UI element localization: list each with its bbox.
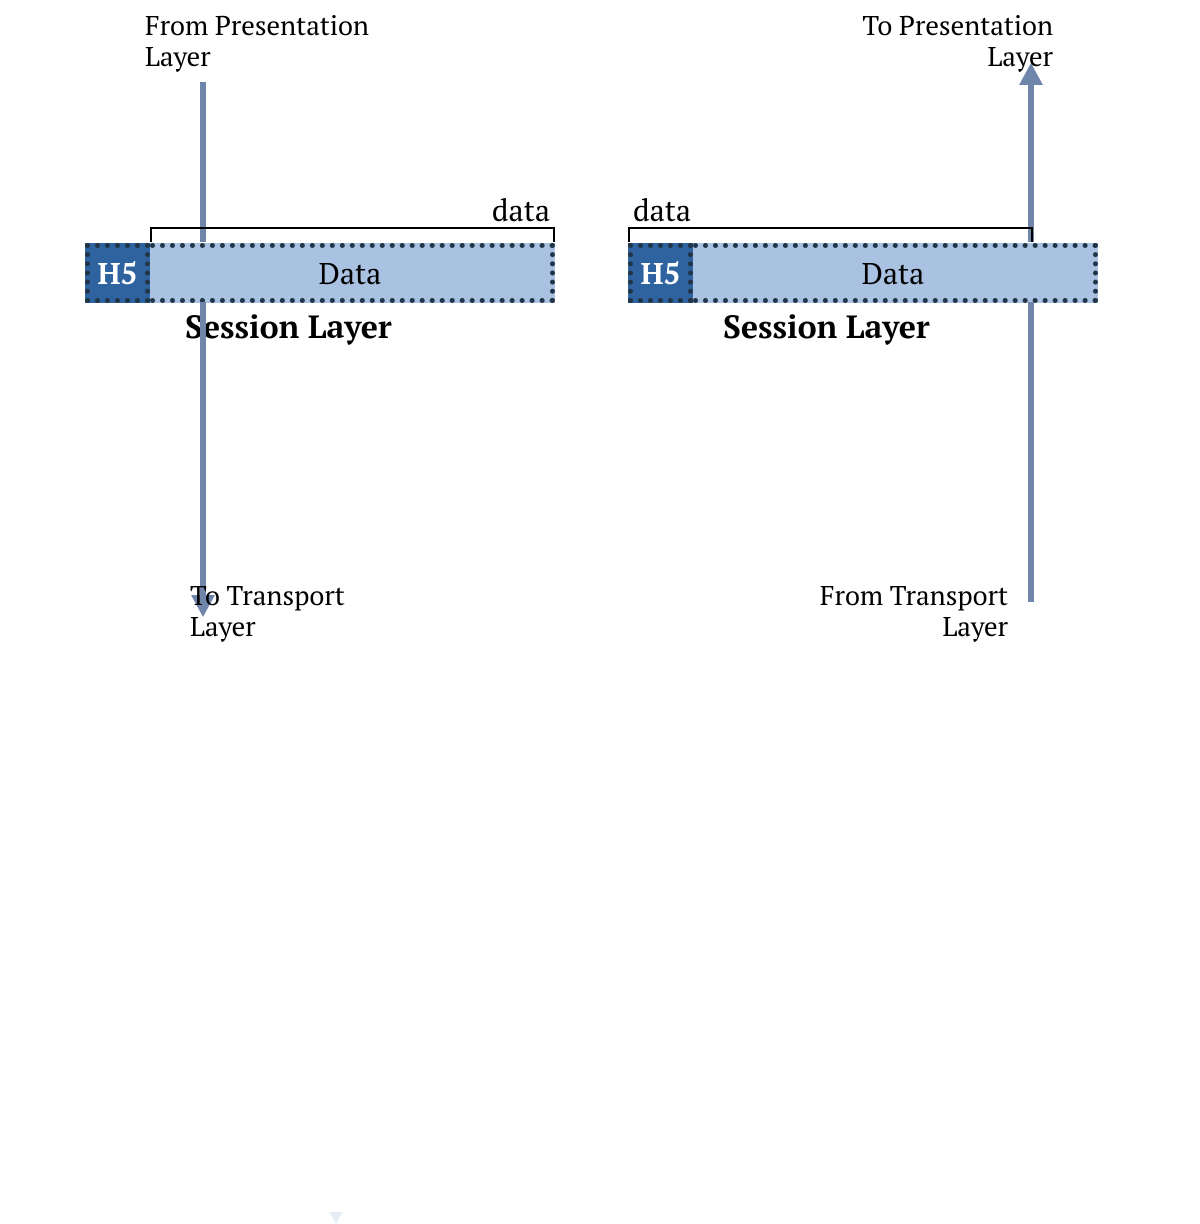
arrow-to-presentation xyxy=(1028,82,1034,242)
session-header-box: H5 xyxy=(628,243,693,303)
session-layer-receive-side: To Presentation Layer data H5 Data Sessi… xyxy=(608,0,1128,675)
session-data-box: Data xyxy=(150,243,555,303)
label-line: Layer xyxy=(145,38,211,74)
to-transport-label: To Transport Layer xyxy=(190,580,345,642)
layer-title: Session Layer xyxy=(185,306,392,348)
arrow-to-transport xyxy=(200,302,206,602)
data-bracket-label: data xyxy=(633,190,691,230)
layer-title: Session Layer xyxy=(723,306,930,348)
data-bracket xyxy=(628,227,1033,242)
data-bracket-label: data xyxy=(492,190,550,230)
arrow-from-transport xyxy=(1028,302,1034,602)
session-header-text: H5 xyxy=(97,253,137,293)
session-layer-send-side: From Presentation Layer data H5 Data Ses… xyxy=(70,0,590,675)
from-presentation-label: From Presentation Layer xyxy=(145,10,369,72)
session-header-box: H5 xyxy=(85,243,150,303)
data-bracket xyxy=(150,227,555,242)
session-data-box: Data xyxy=(693,243,1098,303)
session-data-text: Data xyxy=(319,253,382,293)
session-pdu: H5 Data xyxy=(85,243,555,303)
session-data-text: Data xyxy=(862,253,925,293)
session-pdu: H5 Data xyxy=(628,243,1098,303)
session-header-text: H5 xyxy=(640,253,680,293)
label-line: Layer xyxy=(942,608,1008,644)
arrow-from-presentation xyxy=(200,82,206,242)
label-line: Layer xyxy=(190,608,256,644)
from-transport-label: From Transport Layer xyxy=(820,580,1008,642)
